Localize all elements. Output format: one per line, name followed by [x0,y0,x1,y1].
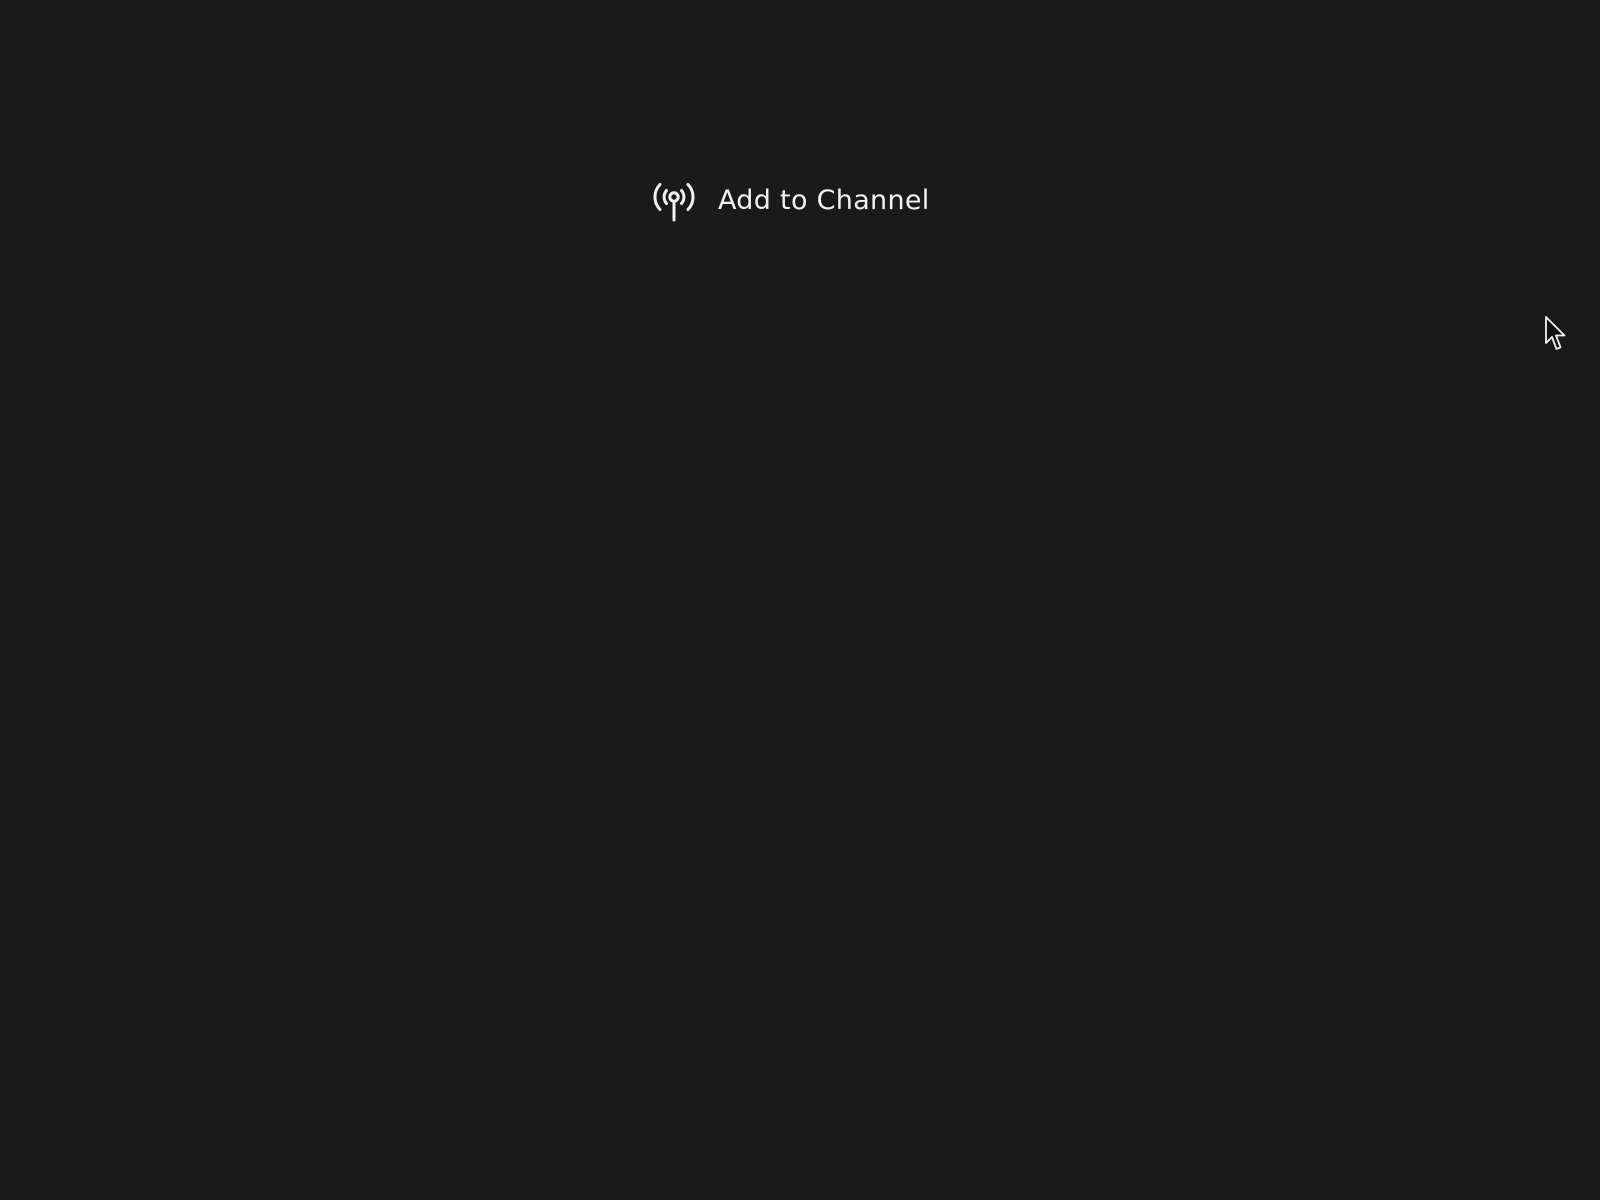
add-to-channel-label: Add to Channel [718,184,930,216]
broadcast-antenna-icon [650,178,698,222]
app-screen: Add to Channel [0,0,1600,1200]
add-to-channel-button[interactable]: Add to Channel [650,178,930,222]
mouse-pointer-icon [1545,316,1567,352]
